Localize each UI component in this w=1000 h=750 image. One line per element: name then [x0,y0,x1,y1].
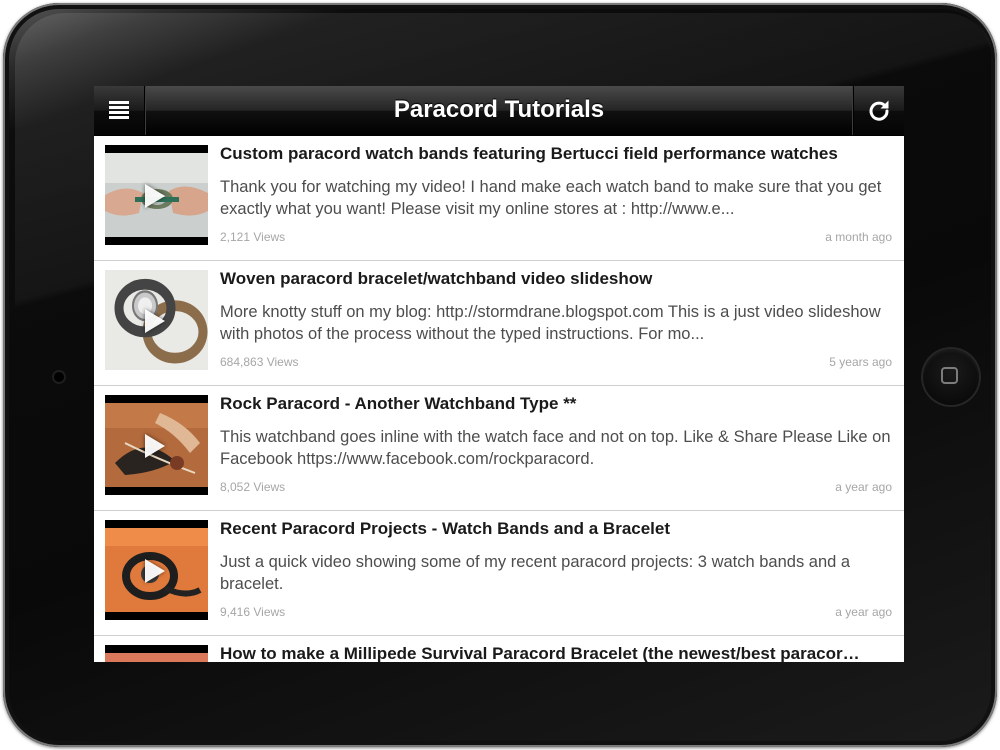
video-list-item[interactable]: How to make a Millipede Survival Paracor… [94,636,904,662]
video-list-item[interactable]: Woven paracord bracelet/watchband video … [94,261,904,386]
thumbnail-image [105,653,208,662]
view-count: 2,121 Views [220,230,286,244]
video-title: How to make a Millipede Survival Paracor… [220,644,860,662]
front-camera [54,372,64,382]
video-thumbnail[interactable] [105,395,208,495]
view-count: 9,416 Views [220,605,286,619]
video-description: This watchband goes inline with the watc… [220,428,891,468]
video-thumbnail[interactable] [105,645,208,662]
video-thumbnail[interactable] [105,270,208,370]
upload-age: 5 years ago [829,355,892,369]
navigation-bar: Paracord Tutorials [94,86,904,136]
video-description: Just a quick video showing some of my re… [220,553,851,593]
video-thumbnail[interactable] [105,520,208,620]
upload-age: a month ago [825,230,892,244]
page-title: Paracord Tutorials [393,96,605,123]
play-icon [145,559,165,583]
video-title: Recent Paracord Projects - Watch Bands a… [220,519,671,538]
app-screen: Paracord Tutorials Custom paracord watch… [94,86,904,662]
menu-button[interactable] [94,86,145,135]
refresh-icon [869,100,889,121]
video-list-item[interactable]: Recent Paracord Projects - Watch Bands a… [94,511,904,636]
refresh-button[interactable] [853,86,904,135]
play-icon [145,434,165,458]
video-title: Custom paracord watch bands featuring Be… [220,144,838,163]
video-title: Woven paracord bracelet/watchband video … [220,269,653,288]
upload-age: a year ago [835,480,892,494]
video-list-item[interactable]: Custom paracord watch bands featuring Be… [94,136,904,261]
view-count: 8,052 Views [220,480,286,494]
video-description: More knotty stuff on my blog: http://sto… [220,303,881,343]
play-icon [145,184,165,208]
video-list-item[interactable]: Rock Paracord - Another Watchband Type *… [94,386,904,511]
video-thumbnail[interactable] [105,145,208,245]
video-list: Custom paracord watch bands featuring Be… [94,136,904,662]
play-icon [145,309,165,333]
home-button[interactable] [923,349,979,405]
upload-age: a year ago [835,605,892,619]
video-title: Rock Paracord - Another Watchband Type *… [220,394,577,413]
home-square-icon [941,367,958,384]
hamburger-menu-icon [109,101,129,120]
video-description: Thank you for watching my video! I hand … [220,178,882,218]
view-count: 684,863 Views [220,355,299,369]
